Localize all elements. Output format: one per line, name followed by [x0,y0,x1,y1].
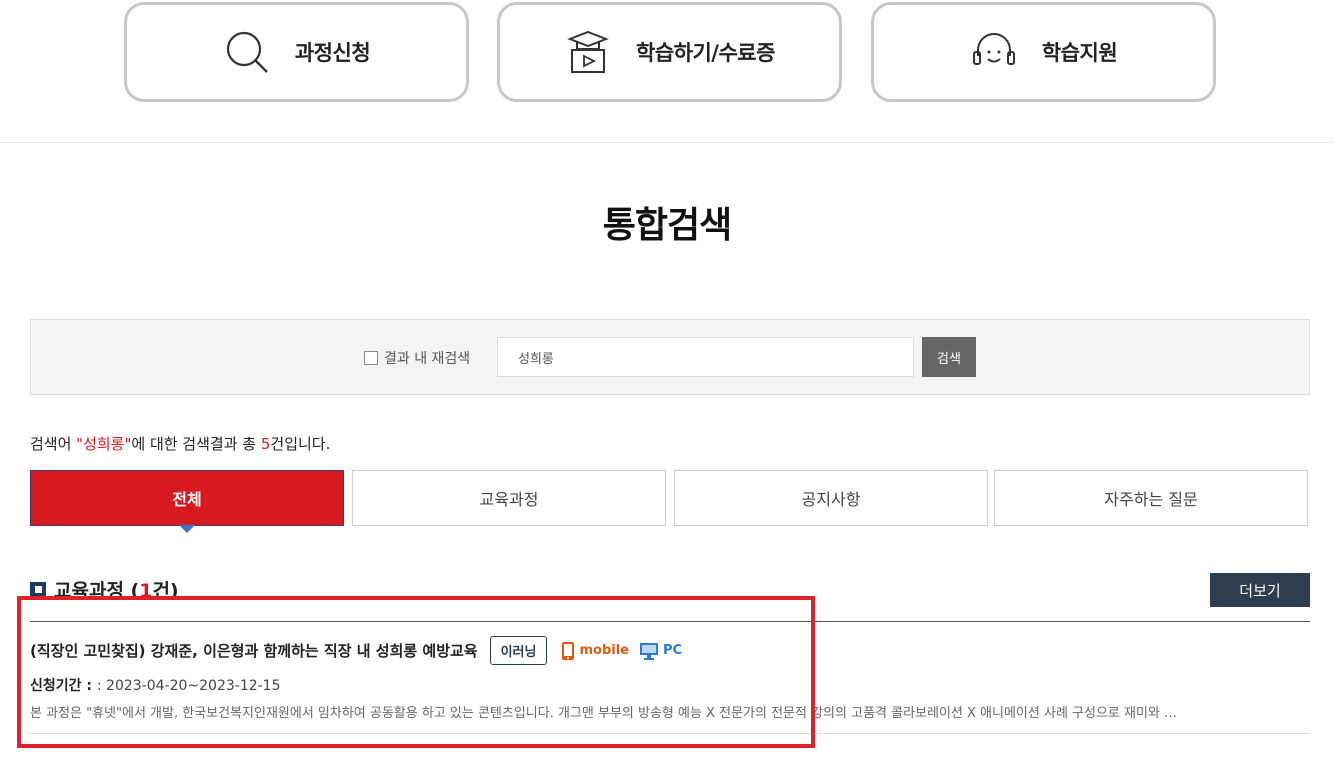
search-input[interactable] [497,337,914,377]
active-tab-arrow-icon [179,525,195,533]
summary-suffix: 건입니다. [270,435,331,453]
tab-courses-label: 교육과정 [479,490,539,509]
tab-notices[interactable]: 공지사항 [674,470,988,526]
tab-all-label: 전체 [172,490,202,509]
re-search-label: 결과 내 재검색 [384,351,471,367]
summary-count: 5 [260,435,271,453]
checkbox-icon[interactable] [364,351,378,365]
learning-certificate-button[interactable]: 학습하기/수료증 [497,2,842,102]
tab-notices-label: 공지사항 [801,490,861,509]
section-bullet-icon [30,581,46,598]
headset-icon [970,28,1018,76]
learning-support-button[interactable]: 학습지원 [871,2,1216,102]
application-period: 신청기간 : : 2023-04-20~2023-12-15 [30,675,281,695]
learning-certificate-label: 학습하기/수료증 [636,41,775,65]
course-type-badge: 이러닝 [489,636,548,665]
result-summary: 검색어 "성희롱"에 대한 검색결과 총 5건입니다. [30,433,330,454]
course-title-row: (직장인 고민찾집) 강재준, 이은형과 함께하는 직장 내 성희롱 예방교육 … [30,636,682,665]
mobile-badge: mobile [561,641,629,661]
learning-support-label: 학습지원 [1041,41,1118,65]
pc-label: PC [663,643,683,658]
period-value: : 2023-04-20~2023-12-15 [96,678,281,694]
more-button[interactable]: 더보기 [1210,573,1310,607]
course-apply-button[interactable]: 과정신청 [124,2,469,102]
page-title: 통합검색 [602,205,732,246]
tab-faq-label: 자주하는 질문 [1104,490,1198,509]
list-item: (직장인 고민찾집) 강재준, 이은형과 함께하는 직장 내 성희롱 예방교육 … [30,622,1310,734]
quick-menu: 과정신청 학습하기/수료증 학습지원 [0,0,1334,143]
pc-badge: PC [639,642,682,660]
tab-faq[interactable]: 자주하는 질문 [994,470,1308,526]
course-title-link[interactable]: (직장인 고민찾집) 강재준, 이은형과 함께하는 직장 내 성희롱 예방교육 [30,640,478,661]
mobile-phone-icon [562,641,575,660]
summary-middle: 에 대한 검색결과 총 [131,435,261,453]
search-panel: 결과 내 재검색 검색 [30,319,1310,395]
mobile-label: mobile [579,643,629,658]
tab-courses[interactable]: 교육과정 [352,470,666,526]
course-apply-label: 과정신청 [294,41,371,65]
period-label: 신청기간 : [30,678,97,694]
section-title: 교육과정 (1건) [54,580,179,602]
search-icon [223,28,271,76]
monitor-icon [640,642,658,660]
summary-keyword: "성희롱" [76,435,132,453]
tab-all[interactable]: 전체 [30,470,344,533]
re-search-checkbox[interactable]: 결과 내 재검색 [364,348,470,368]
search-button[interactable]: 검색 [922,337,976,377]
section-heading: 교육과정 (1건) [30,576,179,603]
course-description: 본 과정은 "휴넷"에서 개발, 한국보건복지인재원에서 임차하여 공동활용 하… [30,706,1178,721]
summary-prefix: 검색어 [30,435,77,453]
graduation-video-icon [564,28,612,76]
